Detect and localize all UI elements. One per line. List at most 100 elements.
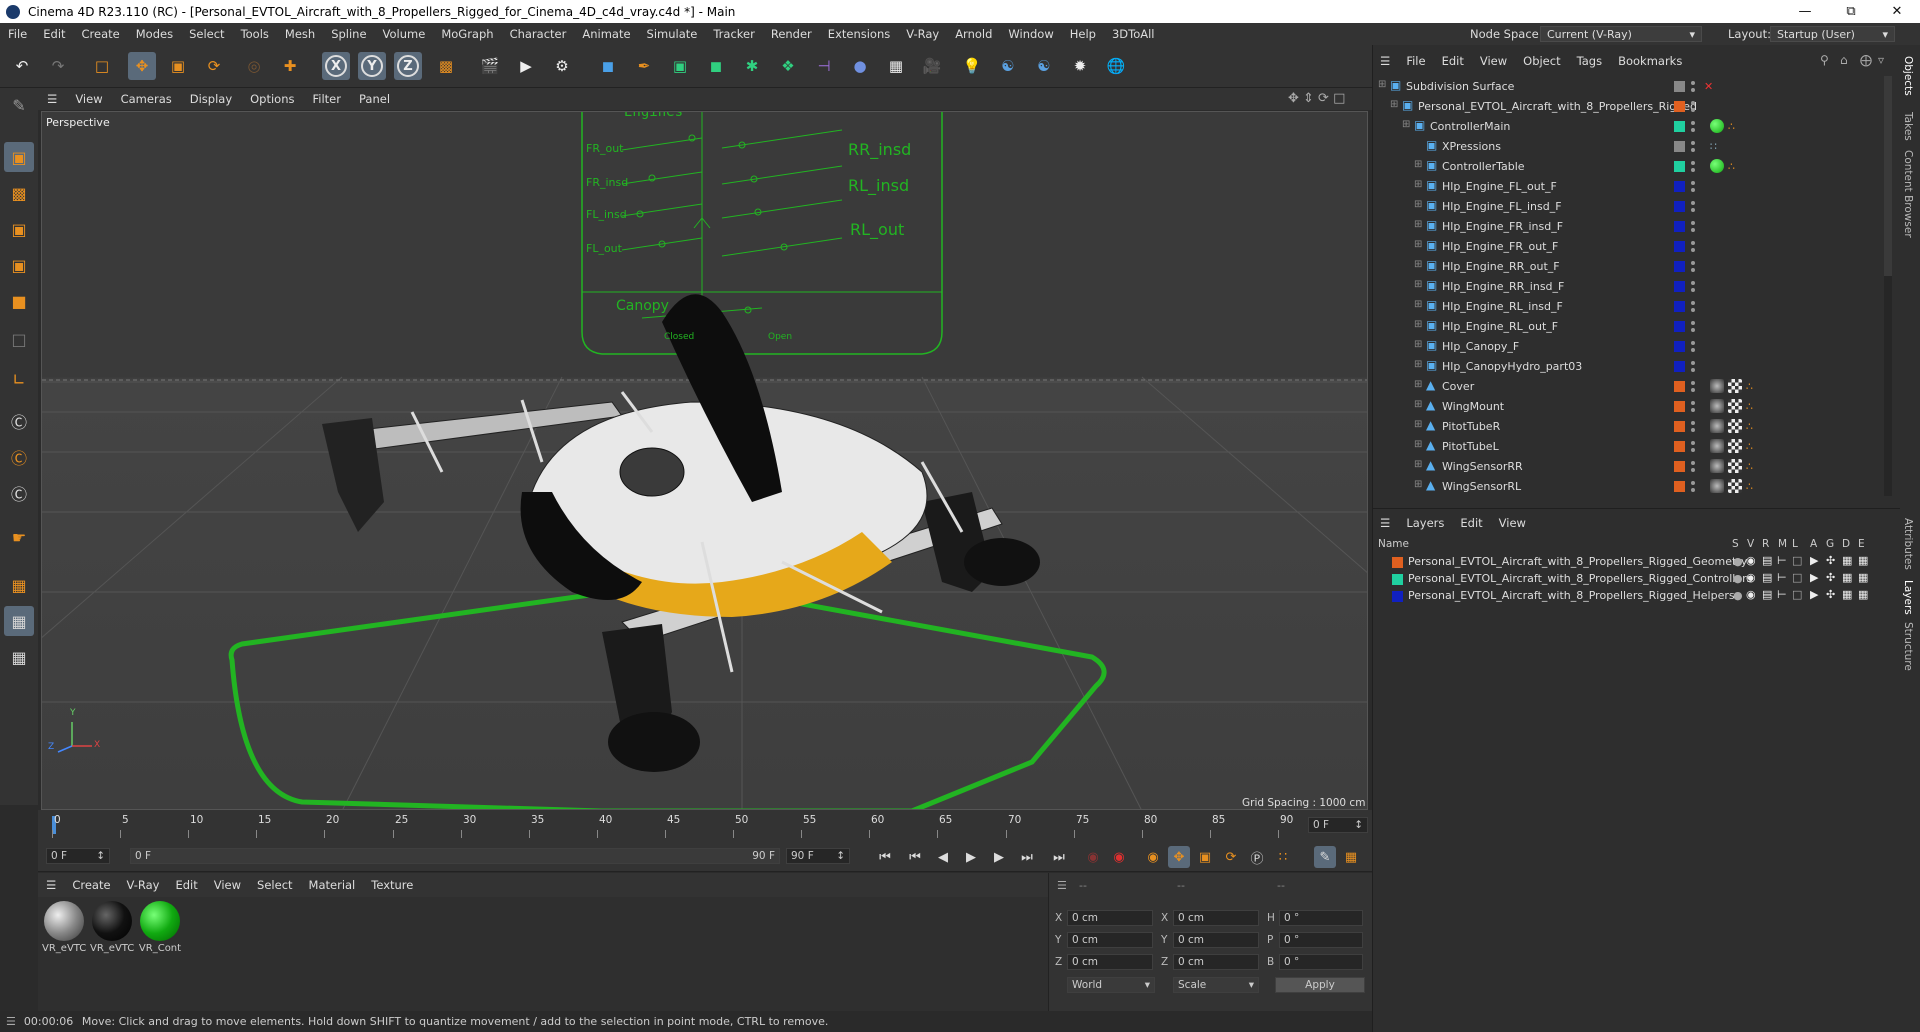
hamburger-icon[interactable]: ☰ bbox=[38, 92, 66, 106]
python-icon[interactable]: ☯ bbox=[994, 52, 1022, 80]
manager-icon[interactable]: ⊢ bbox=[1777, 554, 1787, 567]
rotate-tool-icon[interactable]: ⟳ bbox=[200, 52, 228, 80]
floor-scene-icon[interactable]: ▦ bbox=[882, 52, 910, 80]
expand-toggle-icon[interactable]: ⊞ bbox=[1390, 99, 1398, 110]
redo-icon[interactable]: ↷ bbox=[44, 52, 72, 80]
lock-icon[interactable]: □ bbox=[1792, 571, 1802, 584]
expressions-icon[interactable]: ▦ bbox=[1858, 554, 1868, 567]
scrollbar-thumb[interactable] bbox=[1884, 76, 1892, 276]
expand-toggle-icon[interactable]: ⊞ bbox=[1414, 479, 1422, 490]
prev-key-icon[interactable]: ⏮ bbox=[904, 846, 926, 868]
layer-color-swatch[interactable] bbox=[1674, 360, 1685, 372]
tab-structure[interactable]: Structure bbox=[1902, 622, 1914, 671]
expand-toggle-icon[interactable]: ⊞ bbox=[1414, 319, 1422, 330]
layer-row[interactable]: Personal_EVTOL_Aircraft_with_8_Propeller… bbox=[1372, 571, 1900, 588]
generators-icon[interactable]: ✣ bbox=[1826, 588, 1835, 601]
object-row[interactable]: ⊞ ▣ Hlp_Engine_FR_out_F bbox=[1372, 236, 1880, 256]
visibility-dots-icon[interactable] bbox=[1690, 259, 1696, 273]
layer-row[interactable]: Personal_EVTOL_Aircraft_with_8_Propeller… bbox=[1372, 554, 1900, 571]
next-frame-icon[interactable]: ▶ bbox=[988, 846, 1010, 868]
layer-color-swatch[interactable] bbox=[1674, 100, 1685, 112]
object-row[interactable]: ⊞ ▣ ControllerTable ∴ bbox=[1372, 156, 1880, 176]
rot-p-field[interactable]: 0 ° bbox=[1279, 932, 1363, 948]
menu-character[interactable]: Character bbox=[502, 27, 575, 41]
home-icon[interactable]: ⌂ bbox=[1840, 53, 1848, 67]
material-tag-icon[interactable] bbox=[1710, 479, 1724, 493]
node-space-dropdown[interactable]: Current (V-Ray) ▾ bbox=[1540, 26, 1702, 42]
material-menu-vray[interactable]: V-Ray bbox=[119, 878, 168, 892]
hamburger-icon[interactable]: ☰ bbox=[1372, 54, 1398, 68]
filter-icon[interactable]: ▿ bbox=[1878, 53, 1884, 67]
layer-color-swatch[interactable] bbox=[1674, 120, 1685, 132]
make-editable-icon[interactable]: ✎ bbox=[4, 90, 34, 120]
expand-toggle-icon[interactable]: ⊞ bbox=[1414, 159, 1422, 170]
menu-volume[interactable]: Volume bbox=[375, 27, 434, 41]
uvw-tag-icon[interactable] bbox=[1728, 419, 1742, 433]
menu-help[interactable]: Help bbox=[1062, 27, 1104, 41]
rot-b-field[interactable]: 0 ° bbox=[1279, 954, 1363, 970]
object-row[interactable]: ⊞ ▲ PitotTubeR ∴ bbox=[1372, 416, 1880, 436]
material-menu-texture[interactable]: Texture bbox=[363, 878, 421, 892]
pos-y-field[interactable]: 0 cm bbox=[1067, 932, 1153, 948]
visibility-eye-icon[interactable]: ◉ bbox=[1746, 554, 1756, 567]
layer-color-swatch[interactable] bbox=[1674, 180, 1685, 192]
expand-toggle-icon[interactable]: ⊞ bbox=[1402, 119, 1410, 130]
hamburger-icon[interactable]: ☰ bbox=[38, 878, 64, 892]
objects-menu-view[interactable]: View bbox=[1472, 54, 1515, 68]
render-icon[interactable]: ▤ bbox=[1762, 554, 1772, 567]
layer-color-swatch[interactable] bbox=[1674, 220, 1685, 232]
size-y-field[interactable]: 0 cm bbox=[1173, 932, 1259, 948]
scale-tool-icon[interactable]: ▣ bbox=[164, 52, 192, 80]
object-row[interactable]: ⊞ ▲ Cover ∴ bbox=[1372, 376, 1880, 396]
objects-menu-object[interactable]: Object bbox=[1515, 54, 1568, 68]
lock-icon[interactable]: □ bbox=[1792, 554, 1802, 567]
rot-h-field[interactable]: 0 ° bbox=[1279, 910, 1363, 926]
restore-icon[interactable]: ⧉ bbox=[1828, 0, 1874, 23]
next-key-icon[interactable]: ⏭ bbox=[1016, 846, 1038, 868]
menu-mograph[interactable]: MoGraph bbox=[433, 27, 501, 41]
y-axis-lock-icon[interactable]: Y bbox=[358, 52, 386, 80]
expand-toggle-icon[interactable]: ⊞ bbox=[1414, 199, 1422, 210]
layer-color-swatch[interactable] bbox=[1674, 140, 1685, 152]
render-view-icon[interactable]: ▶ bbox=[512, 52, 540, 80]
render-icon[interactable]: ▤ bbox=[1762, 571, 1772, 584]
deformers-icon[interactable]: ▦ bbox=[1842, 554, 1852, 567]
tab-content-browser[interactable]: Content Browser bbox=[1902, 150, 1914, 238]
material-menu-material[interactable]: Material bbox=[301, 878, 364, 892]
axis-tool-icon[interactable]: ✚ bbox=[276, 52, 304, 80]
uv-mode-icon[interactable]: □ bbox=[4, 324, 34, 354]
layer-color-swatch[interactable] bbox=[1674, 320, 1685, 332]
menu-edit[interactable]: Edit bbox=[35, 27, 73, 41]
visibility-dots-icon[interactable] bbox=[1690, 319, 1696, 333]
keyframe-selection-icon[interactable]: ◉ bbox=[1142, 846, 1164, 868]
key-scale-icon[interactable]: ▣ bbox=[1194, 846, 1216, 868]
layer-color-swatch[interactable] bbox=[1674, 440, 1685, 452]
layer-color-swatch[interactable] bbox=[1674, 80, 1685, 92]
workplane-grid-icon[interactable]: ▦ bbox=[4, 570, 34, 600]
key-parameter-icon[interactable]: Ⓟ bbox=[1246, 846, 1268, 868]
deformers-icon[interactable]: ▦ bbox=[1842, 571, 1852, 584]
uvw-tag-icon[interactable] bbox=[1728, 399, 1742, 413]
grid-snap-icon[interactable]: ▦ bbox=[4, 606, 34, 636]
constraint-tag-icon[interactable]: ∴ bbox=[1746, 400, 1753, 413]
constraint-tag-icon[interactable]: ∴ bbox=[1746, 460, 1753, 473]
points-mode-icon[interactable]: ▣ bbox=[4, 214, 34, 244]
object-row[interactable]: ⊞ ▲ WingSensorRR ∴ bbox=[1372, 456, 1880, 476]
tab-objects[interactable]: Objects bbox=[1902, 56, 1914, 96]
solo-icon[interactable]: ● bbox=[1733, 555, 1743, 568]
prev-frame-icon[interactable]: ◀ bbox=[932, 846, 954, 868]
visibility-dots-icon[interactable] bbox=[1690, 239, 1696, 253]
layout-dropdown[interactable]: Startup (User) ▾ bbox=[1770, 26, 1895, 42]
objects-menu-tags[interactable]: Tags bbox=[1569, 54, 1610, 68]
viewport-menu-options[interactable]: Options bbox=[241, 92, 303, 106]
expand-toggle-icon[interactable]: ⊞ bbox=[1414, 339, 1422, 350]
go-to-end-icon[interactable]: ⏭ bbox=[1048, 846, 1070, 868]
go-to-start-icon[interactable]: ⏮ bbox=[874, 846, 896, 868]
layer-color-swatch[interactable] bbox=[1674, 200, 1685, 212]
visibility-dots-icon[interactable] bbox=[1690, 99, 1696, 113]
constraint-tag-icon[interactable]: ∴ bbox=[1746, 380, 1753, 393]
menu-select[interactable]: Select bbox=[181, 27, 232, 41]
autokey-icon[interactable]: ◉ bbox=[1108, 846, 1130, 868]
key-rotation-icon[interactable]: ⟳ bbox=[1220, 846, 1242, 868]
menu-vray[interactable]: V-Ray bbox=[898, 27, 947, 41]
